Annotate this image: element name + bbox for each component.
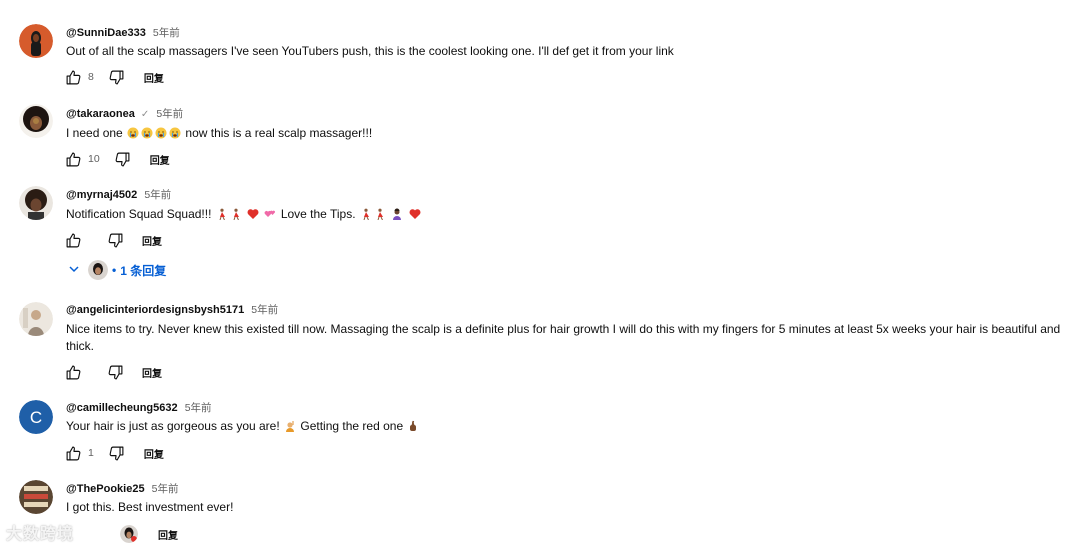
comment-text-end: now this is a real scalp massager!!! [185,126,373,140]
comment-header: @camillecheung5632 5年前 [66,401,212,415]
comment-header: @SunniDae333 5年前 [66,26,180,40]
thumb-up-icon[interactable] [64,68,82,86]
comment-text-start: Notification Squad Squad!!! [66,207,212,221]
dancer-emoji [215,207,246,221]
dot-separator: • [112,263,117,277]
author-name[interactable]: @camillecheung5632 [66,402,178,414]
comment-actions: 回复 [64,362,162,382]
like-count: 10 [88,153,100,165]
thumb-down-icon[interactable] [106,231,124,249]
avatar[interactable] [19,24,53,58]
author-name[interactable]: @angelicinteriordesignsbysh5171 [66,304,244,316]
crossed-fingers-emoji [406,419,420,433]
replies-count: 1 条回复 [120,263,167,278]
comment-actions: 8 回复 [64,67,164,87]
like-count: 1 [88,447,94,459]
avatar[interactable] [19,104,53,138]
thumb-up-icon[interactable] [64,363,82,381]
comment-time[interactable]: 5年前 [185,402,212,414]
thumb-up-icon[interactable] [64,444,82,462]
comment-header: @ThePookie25 5年前 [66,482,179,496]
comment-actions: 回复 [120,524,178,544]
comment-text: Out of all the scalp massagers I've seen… [66,44,674,58]
avatar[interactable] [19,302,53,336]
thumb-down-icon[interactable] [114,150,132,168]
comment-time[interactable]: 5年前 [152,483,179,495]
comment-text: Notification Squad Squad!!! Love the Tip… [66,206,1076,223]
comment-text: I got this. Best investment ever! [66,500,234,514]
thumb-down-icon[interactable] [106,363,124,381]
author-name[interactable]: @ThePookie25 [66,483,145,495]
comment-header: @angelicinteriordesignsbysh5171 5年前 [66,303,278,317]
thumb-down-icon[interactable] [120,525,138,543]
reply-button[interactable]: 回复 [158,527,178,542]
comment-text: I need one now this is a real scalp mass… [66,125,1076,142]
comment-time[interactable]: 5年前 [153,27,180,39]
comment-text-start: Your hair is just as gorgeous as you are… [66,419,280,433]
view-replies-button[interactable]: • 1 条回复 [68,258,166,282]
reply-button[interactable]: 回复 [150,152,170,167]
heart-emoji [408,207,422,221]
avatar[interactable] [19,480,53,514]
reply-button[interactable]: 回复 [142,365,162,380]
comment-header: @myrnaj4502 5年前 [66,188,171,202]
reply-button[interactable]: 回复 [144,446,164,461]
comment-header: @takaraonea ✓ 5年前 [66,107,183,122]
watermark: 大数跨境 [6,520,74,544]
crying-emoji [126,126,185,140]
comment-actions: 回复 [64,230,162,250]
dancer-emoji [359,207,390,221]
avatar[interactable] [19,186,53,220]
raising-hand-emoji [283,419,300,433]
thumb-down-icon[interactable] [108,444,126,462]
thumb-down-icon[interactable] [108,68,126,86]
heart-emoji [246,207,263,221]
comment-time[interactable]: 5年前 [251,304,278,316]
reply-avatar [120,525,138,543]
comment-time[interactable]: 5年前 [144,189,171,201]
comment-text-start: I need one [66,126,123,140]
comment-text-middle: Love the Tips. [280,207,356,221]
comment-text: Your hair is just as gorgeous as you are… [66,418,1076,435]
comment-text: Nice items to try. Never knew this exist… [66,322,1061,353]
thumb-up-icon[interactable] [64,150,82,168]
thumb-up-icon[interactable] [64,231,82,249]
avatar[interactable]: C [19,400,53,434]
avatar-letter: C [30,408,42,427]
author-name[interactable]: @takaraonea [66,108,135,120]
reply-button[interactable]: 回复 [144,70,164,85]
author-name[interactable]: @SunniDae333 [66,27,146,39]
reply-button[interactable]: 回复 [142,233,162,248]
like-count: 8 [88,71,94,83]
watermark-text: 大数跨境 [6,526,75,543]
person-emoji [390,207,407,221]
verified-icon: ✓ [140,109,150,120]
chevron-down-icon [68,263,80,278]
comment-text-end: Getting the red one [300,419,404,433]
two-hearts-emoji [263,207,280,221]
comment-time[interactable]: 5年前 [156,108,183,120]
comment-actions: 10 回复 [64,149,170,169]
author-name[interactable]: @myrnaj4502 [66,189,137,201]
comment-actions: 1 回复 [64,443,164,463]
reply-avatar [88,260,108,280]
